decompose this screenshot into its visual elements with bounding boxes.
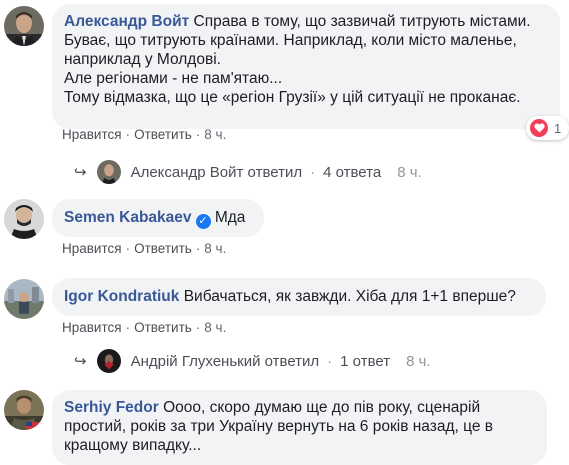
comment-author[interactable]: Semen Kabakaev xyxy=(64,209,192,226)
comment-author[interactable]: Александр Войт xyxy=(64,13,189,30)
view-replies[interactable]: ↪ Александр Войт ответил · 4 ответа 8 ч. xyxy=(74,160,422,184)
reply-arrow-icon: ↪ xyxy=(74,164,87,181)
comment-bubble: Александр Войт Справа в тому, що зазвича… xyxy=(52,4,560,129)
comment-text: наприклад у Молдові. xyxy=(64,51,221,68)
avatar[interactable] xyxy=(4,279,44,319)
avatar xyxy=(96,160,121,184)
comment-text: Вибачаться, як завжди. Хіба для 1+1 впер… xyxy=(183,288,516,305)
reply-time: 8 ч. xyxy=(397,163,422,181)
comment-text: Оооо, скоро думаю ще до пів року, сценар… xyxy=(163,399,481,416)
comment-time[interactable]: 8 ч. xyxy=(204,320,226,335)
comment-bubble: Semen Kabakaev ✓ Мда xyxy=(52,199,264,237)
heart-icon xyxy=(530,119,548,137)
reply-link[interactable]: Ответить xyxy=(134,320,192,335)
reply-author-text: Александр Войт ответил xyxy=(130,163,303,181)
reply-count[interactable]: 1 ответ xyxy=(340,353,390,370)
avatar[interactable] xyxy=(4,199,44,239)
reply-arrow-icon: ↪ xyxy=(74,353,87,370)
comment-author[interactable]: Serhiy Fedor xyxy=(64,399,159,416)
comment-text: Справа в тому, що зазвичай титрують міст… xyxy=(193,13,531,30)
avatar xyxy=(96,349,121,373)
reply-link[interactable]: Ответить xyxy=(134,127,192,142)
comment-time[interactable]: 8 ч. xyxy=(204,241,226,256)
reply-time: 8 ч. xyxy=(406,352,431,370)
comment-bubble: Serhiy Fedor Оооо, скоро думаю ще до пів… xyxy=(52,390,547,465)
like-link[interactable]: Нравится xyxy=(62,127,122,142)
view-replies[interactable]: ↪ Андрій Глухенький ответил · 1 ответ 8 ч. xyxy=(74,349,431,373)
reply-link[interactable]: Ответить xyxy=(134,241,192,256)
comment-text: простий, років за три Україну вернуть на… xyxy=(64,418,493,435)
comment-time[interactable]: 8 ч. xyxy=(204,127,226,142)
comment-actions: Нравится · Ответить · 8 ч. xyxy=(62,320,227,335)
like-link[interactable]: Нравится xyxy=(62,320,122,335)
reaction-count: 1 xyxy=(554,120,562,136)
avatar[interactable] xyxy=(4,390,44,430)
like-link[interactable]: Нравится xyxy=(62,241,122,256)
reply-author-text: Андрій Глухенький ответил xyxy=(130,352,320,370)
comment-text: кращому випадку... xyxy=(64,437,202,454)
comment-text: Мда xyxy=(214,209,246,226)
reactions-badge[interactable]: 1 xyxy=(526,116,569,140)
comment-author[interactable]: Igor Kondratiuk xyxy=(64,288,179,305)
comment-text: Але регіонами - не пам'ятаю... xyxy=(64,70,283,87)
comment-bubble: Igor Kondratiuk Вибачаться, як завжди. Х… xyxy=(52,278,546,316)
comment-actions: Нравится · Ответить · 8 ч. xyxy=(62,127,227,142)
reply-count[interactable]: 4 ответа xyxy=(323,164,381,181)
verified-badge-icon: ✓ xyxy=(195,214,211,229)
comment-text: Буває, що титрують країнами. Наприклад, … xyxy=(64,32,517,49)
avatar[interactable] xyxy=(4,6,44,46)
comment-text: Тому відмазка, що це «регіон Грузії» у ц… xyxy=(64,89,521,106)
comment-actions: Нравится · Ответить · 8 ч. xyxy=(62,241,227,256)
